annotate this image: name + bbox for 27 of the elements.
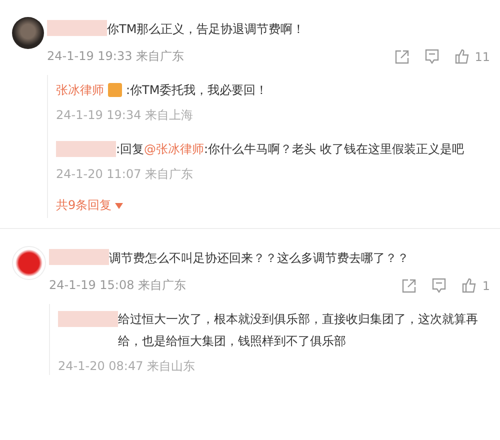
reply-time: 24-1-20 08:47 来自山东 — [58, 358, 196, 375]
thumbs-up-icon[interactable] — [454, 49, 470, 64]
redacted-username — [47, 20, 107, 36]
reply-text: 给过恒大一次了，根本就没到俱乐部，直接收归集团了，这次就算再给，也是给恒大集团，钱照样到不了俱乐部 — [118, 311, 479, 350]
share-icon[interactable] — [402, 278, 416, 292]
redacted-username — [58, 311, 118, 327]
comment-text: 调节费怎么不叫足协还回来？？这么多调节费去哪了？？ — [109, 251, 409, 265]
caret-icon — [114, 202, 123, 208]
more-replies-link[interactable]: 共9条回复 — [56, 197, 123, 214]
comment-icon[interactable] — [424, 49, 439, 64]
redacted-username — [56, 141, 116, 157]
reply-text: :你TM委托我，我必要回！ — [126, 82, 268, 99]
reply-author[interactable]: 张冰律师 — [56, 79, 104, 101]
reply-time: 24-1-19 19:34 来自上海 — [56, 107, 194, 124]
redacted-username — [49, 249, 109, 265]
thumbs-up-icon[interactable] — [462, 278, 478, 293]
comment-text: 你TM那么正义，告足协退调节费啊！ — [107, 22, 305, 36]
reply-time: 24-1-20 11:07 来自广东 — [56, 166, 194, 183]
comment-time: 24-1-19 15:08 来自广东 — [49, 277, 188, 294]
like-count: 11 — [474, 50, 490, 64]
share-icon[interactable] — [394, 50, 409, 64]
like-count: 1 — [482, 278, 490, 292]
avatar[interactable] — [12, 17, 44, 49]
comment-time: 24-1-19 19:33 来自广东 — [47, 48, 186, 65]
comment-icon[interactable] — [432, 278, 446, 293]
reply-text: :回复@张冰律师:你什么牛马啊？老头 收了钱在这里假装正义是吧 — [116, 141, 464, 158]
mention-link[interactable]: @张冰律师 — [144, 142, 204, 156]
